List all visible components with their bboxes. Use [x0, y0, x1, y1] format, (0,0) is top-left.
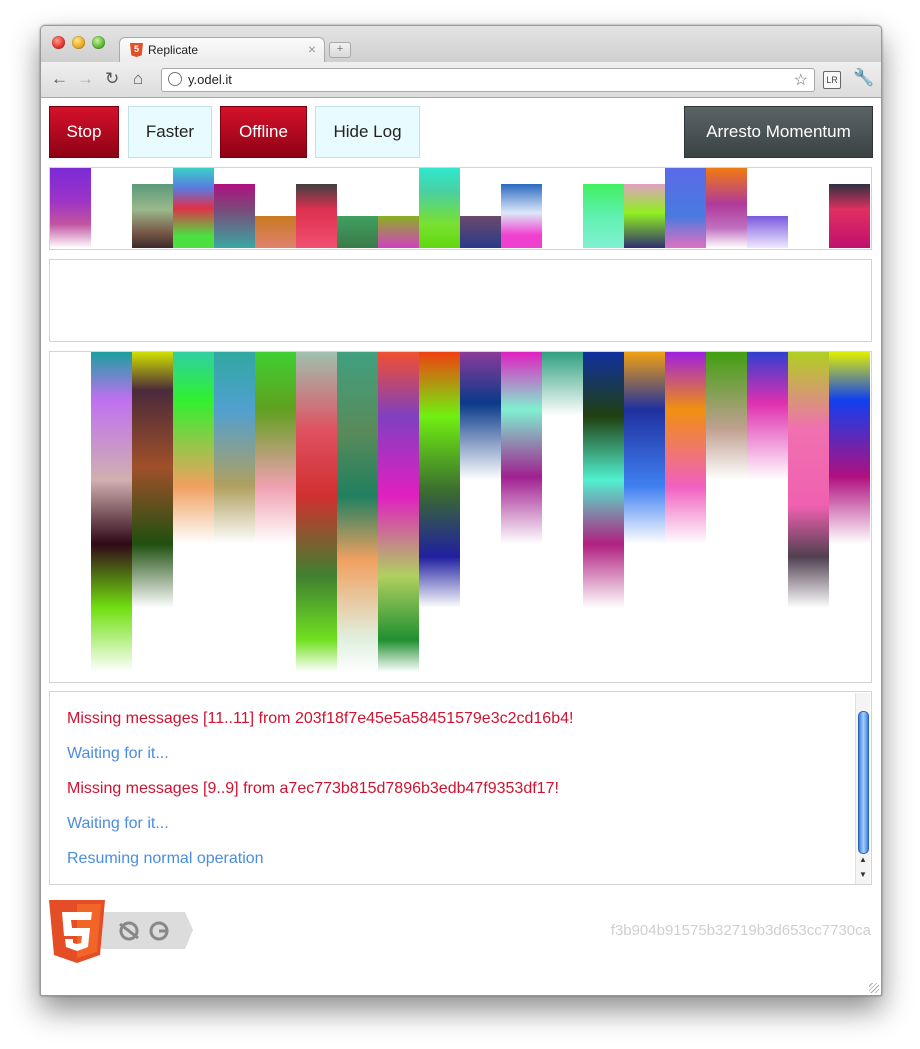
stream-column — [829, 352, 870, 544]
reload-icon[interactable]: ↻ — [105, 69, 119, 89]
browser-tab[interactable]: 5 Replicate × — [119, 37, 325, 63]
stream-column — [501, 184, 542, 248]
stream-column — [419, 352, 460, 608]
new-tab-button[interactable]: + — [329, 42, 351, 58]
scroll-up-icon[interactable]: ▲ — [859, 855, 867, 864]
stream-column — [214, 184, 255, 248]
stop-button[interactable]: Stop — [49, 106, 119, 158]
stream-column — [255, 352, 296, 544]
stream-column — [296, 352, 337, 672]
log-panel[interactable]: Missing messages [11..11] from 203f18f7e… — [49, 691, 872, 885]
browser-toolbar: ← → ↻ ⌂ y.odel.it ☆ LR 🔧 — [41, 62, 881, 98]
tab-title: Replicate — [148, 43, 199, 57]
stream-column — [829, 184, 870, 248]
stream-column — [91, 352, 132, 672]
stream-column — [501, 352, 542, 544]
scroll-down-icon[interactable]: ▼ — [859, 870, 867, 879]
stream-column — [337, 216, 378, 248]
stream-column — [542, 352, 583, 416]
stream-column — [706, 352, 747, 480]
wrench-icon[interactable]: 🔧 — [853, 68, 874, 88]
log-line: Resuming normal operation — [67, 850, 264, 867]
log-line: Missing messages [11..11] from 203f18f7e… — [67, 710, 574, 727]
stream-panel-top — [49, 167, 872, 250]
stream-column — [788, 352, 829, 608]
stream-column — [378, 352, 419, 672]
scrollbar-thumb[interactable] — [858, 711, 869, 854]
stream-column — [132, 184, 173, 248]
globe-icon — [168, 72, 182, 86]
offline-button[interactable]: Offline — [220, 106, 307, 158]
stream-column — [624, 184, 665, 248]
stream-column — [460, 352, 501, 480]
stream-column — [583, 352, 624, 608]
faster-button[interactable]: Faster — [128, 106, 212, 158]
stream-column — [665, 168, 706, 248]
stream-column — [583, 184, 624, 248]
log-line: Waiting for it... — [67, 745, 169, 762]
forward-arrow-icon[interactable]: → — [77, 69, 94, 89]
session-hash: f3b904b91575b32719b3d653cc7730ca — [610, 922, 871, 939]
minimize-window-button[interactable] — [72, 36, 85, 49]
resize-handle-icon[interactable] — [869, 983, 879, 993]
address-bar[interactable]: y.odel.it ☆ — [161, 68, 815, 92]
hide-log-button[interactable]: Hide Log — [315, 106, 420, 158]
stream-column — [214, 352, 255, 544]
arresto-momentum-button[interactable]: Arresto Momentum — [684, 106, 873, 158]
stream-column — [665, 352, 706, 544]
bookmark-star-icon[interactable]: ☆ — [794, 70, 808, 90]
stream-column — [50, 168, 91, 248]
zoom-window-button[interactable] — [92, 36, 105, 49]
stream-column — [173, 168, 214, 248]
stream-column — [378, 216, 419, 248]
url-text[interactable]: y.odel.it — [188, 72, 232, 87]
html5-favicon-icon: 5 — [130, 43, 143, 57]
title-bar: 5 Replicate × + — [41, 26, 881, 63]
stream-column — [419, 168, 460, 248]
extension-icon[interactable]: LR — [823, 71, 841, 89]
stream-column — [460, 216, 501, 248]
stream-panel-middle — [49, 259, 872, 342]
log-scrollbar[interactable]: ▲ ▼ — [855, 693, 870, 884]
stream-column — [296, 184, 337, 248]
stream-column — [747, 352, 788, 480]
tab-close-icon[interactable]: × — [308, 41, 316, 57]
stream-column — [747, 216, 788, 248]
browser-window: 5 Replicate × + ← → ↻ ⌂ y.odel.it ☆ LR 🔧… — [40, 25, 882, 996]
stream-column — [624, 352, 665, 544]
stream-column — [255, 216, 296, 248]
log-line: Missing messages [9..9] from a7ec773b815… — [67, 780, 559, 797]
stream-column — [132, 352, 173, 608]
back-arrow-icon[interactable]: ← — [51, 69, 68, 89]
stream-column — [706, 168, 747, 248]
home-icon[interactable]: ⌂ — [133, 69, 143, 89]
stream-column — [173, 352, 214, 544]
close-window-button[interactable] — [52, 36, 65, 49]
stream-panel-large — [49, 351, 872, 683]
html5-badge: 5 — [49, 900, 195, 971]
log-line: Waiting for it... — [67, 815, 169, 832]
stream-column — [337, 352, 378, 672]
